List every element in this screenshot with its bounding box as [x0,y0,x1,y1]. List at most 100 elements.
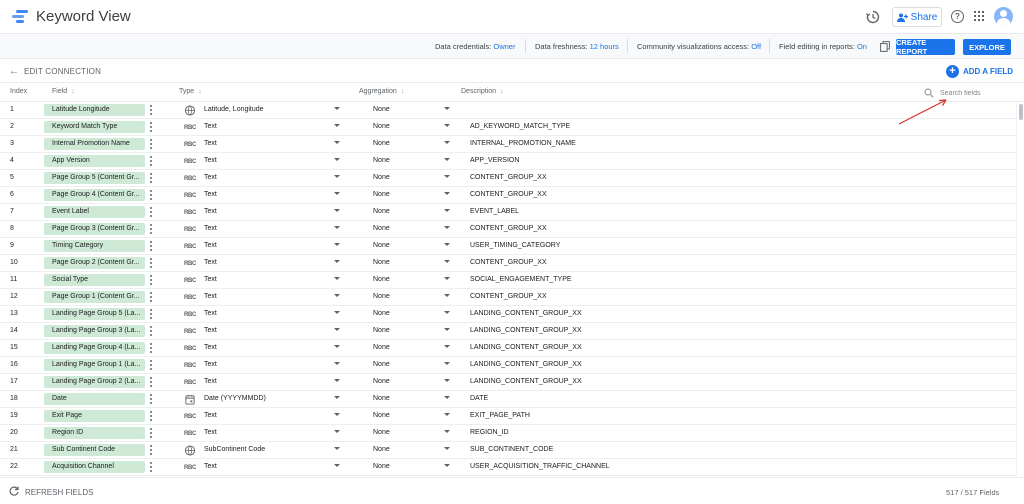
type-dropdown[interactable]: SubContinent Code [204,446,265,453]
type-dropdown[interactable]: Text [204,344,217,351]
field-description[interactable]: DATE [470,395,488,402]
field-description[interactable]: CONTENT_GROUP_XX [470,293,547,300]
field-name-chip[interactable]: Exit Page [44,410,145,422]
sort-arrow-icon[interactable]: ↓ [71,88,75,95]
aggregation-dropdown[interactable]: None [373,293,390,300]
field-description[interactable]: AD_KEYWORD_MATCH_TYPE [470,123,570,130]
field-description[interactable]: SOCIAL_ENGAGEMENT_TYPE [470,276,572,283]
refresh-fields-button[interactable]: REFRESH FIELDS [25,488,93,497]
field-editing-value[interactable]: On [857,42,867,51]
aggregation-dropdown[interactable]: None [373,378,390,385]
field-name-chip[interactable]: Date [44,393,145,405]
type-dropdown[interactable]: Text [204,140,217,147]
sort-arrow-icon[interactable]: ↓ [401,88,405,95]
chevron-down-icon[interactable] [334,362,340,365]
field-description[interactable]: LANDING_CONTENT_GROUP_XX [470,378,582,385]
type-dropdown[interactable]: Text [204,157,217,164]
table-row[interactable]: 15 Landing Page Group 4 (La... RBC Text None… [0,340,1016,357]
aggregation-dropdown[interactable]: None [373,412,390,419]
field-name-chip[interactable]: Social Type [44,274,145,286]
field-name-chip[interactable]: Landing Page Group 5 (La... [44,308,145,320]
table-row[interactable]: 9 Timing Category RBC Text None USER_TIMING_C… [0,238,1016,255]
data-credentials-value[interactable]: Owner [493,42,515,51]
chevron-down-icon[interactable] [334,107,340,110]
more-options-icon[interactable] [149,410,153,422]
field-editing-setting[interactable]: Field editing in reports: On [779,42,867,51]
more-options-icon[interactable] [149,155,153,167]
field-description[interactable]: SUB_CONTINENT_CODE [470,446,553,453]
more-options-icon[interactable] [149,257,153,269]
column-header-field[interactable]: Field ↓ [52,88,75,95]
app-title[interactable]: Keyword View [36,8,131,25]
aggregation-dropdown[interactable]: None [373,463,390,470]
aggregation-dropdown[interactable]: None [373,208,390,215]
table-row[interactable]: 3 Internal Promotion Name RBC Text None INTER… [0,136,1016,153]
chevron-down-icon[interactable] [444,396,450,399]
column-header-description[interactable]: Description ↓ [461,88,504,95]
sort-arrow-icon[interactable]: ↓ [198,88,202,95]
field-description[interactable]: CONTENT_GROUP_XX [470,191,547,198]
chevron-down-icon[interactable] [444,158,450,161]
chevron-down-icon[interactable] [334,243,340,246]
more-options-icon[interactable] [149,172,153,184]
more-options-icon[interactable] [149,325,153,337]
more-options-icon[interactable] [149,359,153,371]
chevron-down-icon[interactable] [444,447,450,450]
data-freshness-setting[interactable]: Data freshness: 12 hours [535,42,619,51]
chevron-down-icon[interactable] [334,311,340,314]
help-icon[interactable]: ? [951,10,964,23]
table-row[interactable]: 19 Exit Page RBC Text None EXIT_PAGE_PATH [0,408,1016,425]
table-row[interactable]: 11 Social Type RBC Text None SOCIAL_ENGAGEMEN… [0,272,1016,289]
aggregation-dropdown[interactable]: None [373,310,390,317]
more-options-icon[interactable] [149,376,153,388]
field-name-chip[interactable]: Region ID [44,427,145,439]
field-description[interactable]: CONTENT_GROUP_XX [470,174,547,181]
type-dropdown[interactable]: Text [204,293,217,300]
chevron-down-icon[interactable] [334,345,340,348]
aggregation-dropdown[interactable]: None [373,344,390,351]
more-options-icon[interactable] [149,427,153,439]
type-dropdown[interactable]: Text [204,463,217,470]
table-row[interactable]: 6 Page Group 4 (Content Gr... RBC Text None C… [0,187,1016,204]
aggregation-dropdown[interactable]: None [373,327,390,334]
chevron-down-icon[interactable] [444,141,450,144]
type-dropdown[interactable]: Date (YYYYMMDD) [204,395,266,402]
field-name-chip[interactable]: App Version [44,155,145,167]
more-options-icon[interactable] [149,308,153,320]
chevron-down-icon[interactable] [444,243,450,246]
type-dropdown[interactable]: Text [204,174,217,181]
column-header-type[interactable]: Type ↓ [179,88,202,95]
chevron-down-icon[interactable] [334,379,340,382]
type-dropdown[interactable]: Text [204,327,217,334]
chevron-down-icon[interactable] [444,413,450,416]
field-name-chip[interactable]: Page Group 5 (Content Gr... [44,172,145,184]
table-row[interactable]: 22 Acquisition Channel RBC Text None USER_ACQ… [0,459,1016,476]
chevron-down-icon[interactable] [334,124,340,127]
chevron-down-icon[interactable] [334,430,340,433]
field-description[interactable]: APP_VERSION [470,157,519,164]
aggregation-dropdown[interactable]: None [373,157,390,164]
chevron-down-icon[interactable] [334,226,340,229]
field-description[interactable]: LANDING_CONTENT_GROUP_XX [470,344,582,351]
more-options-icon[interactable] [149,189,153,201]
chevron-down-icon[interactable] [444,328,450,331]
chevron-down-icon[interactable] [334,158,340,161]
type-dropdown[interactable]: Text [204,123,217,130]
table-row[interactable]: 14 Landing Page Group 3 (La... RBC Text None… [0,323,1016,340]
data-credentials-setting[interactable]: Data credentials: Owner [435,42,515,51]
field-name-chip[interactable]: Landing Page Group 3 (La... [44,325,145,337]
chevron-down-icon[interactable] [444,294,450,297]
field-name-chip[interactable]: Landing Page Group 1 (La... [44,359,145,371]
type-dropdown[interactable]: Text [204,429,217,436]
aggregation-dropdown[interactable]: None [373,242,390,249]
field-name-chip[interactable]: Timing Category [44,240,145,252]
field-description[interactable]: USER_TIMING_CATEGORY [470,242,560,249]
explore-button[interactable]: EXPLORE [963,39,1011,55]
type-dropdown[interactable]: Text [204,310,217,317]
field-name-chip[interactable]: Acquisition Channel [44,461,145,473]
more-options-icon[interactable] [149,461,153,473]
create-report-button[interactable]: CREATE REPORT [896,38,955,56]
field-name-chip[interactable]: Landing Page Group 2 (La... [44,376,145,388]
add-field-button[interactable]: + ADD A FIELD [946,65,1013,78]
type-dropdown[interactable]: Text [204,276,217,283]
